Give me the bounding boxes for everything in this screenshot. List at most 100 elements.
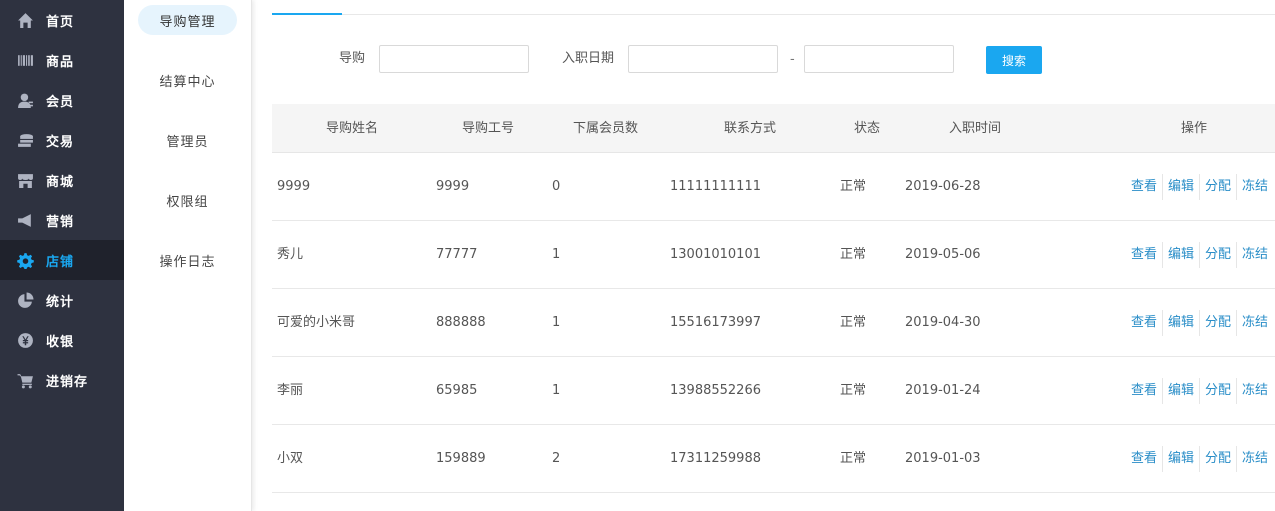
edit-link[interactable]: 编辑: [1161, 446, 1199, 472]
assign-link[interactable]: 分配: [1198, 378, 1236, 404]
store-icon: [16, 171, 34, 189]
subnav-settlement-center[interactable]: 结算中心: [138, 65, 237, 95]
megaphone-icon: [16, 211, 34, 229]
col-member-count: 下属会员数: [573, 121, 639, 136]
table-row: 秀儿 77777 1 13001010101 正常 2019-05-06 查看 …: [272, 221, 1275, 289]
cell-members: 1: [552, 247, 561, 262]
nav-mall[interactable]: 商城: [0, 160, 124, 200]
hire-date-end-input[interactable]: [804, 45, 954, 73]
cell-id: 159889: [436, 451, 486, 466]
freeze-link[interactable]: 冻结: [1235, 242, 1273, 268]
freeze-link[interactable]: 冻结: [1235, 174, 1273, 200]
col-actions: 操作: [1181, 121, 1208, 136]
cell-members: 1: [552, 315, 561, 330]
cell-status: 正常: [840, 315, 867, 330]
cell-name: 可爱的小米哥: [277, 315, 356, 330]
freeze-link[interactable]: 冻结: [1235, 446, 1273, 472]
nav-home[interactable]: 首页: [0, 0, 124, 40]
search-button[interactable]: 搜索: [986, 46, 1042, 74]
table-row: 李丽 65985 1 13988552266 正常 2019-01-24 查看 …: [272, 357, 1275, 425]
primary-sidebar: 首页 商品 会员 交易 商城 营销 店铺 统计 收银 进销存: [0, 0, 124, 511]
edit-link[interactable]: 编辑: [1161, 242, 1199, 268]
col-status: 状态: [854, 121, 881, 136]
cell-phone: 13988552266: [670, 383, 761, 398]
assign-link[interactable]: 分配: [1198, 174, 1236, 200]
guide-label: 导购: [339, 51, 366, 66]
cell-id: 65985: [436, 383, 478, 398]
cell-name: 9999: [277, 179, 311, 194]
cell-date: 2019-01-24: [905, 383, 981, 398]
row-actions: 查看 编辑 分配 冻结: [1126, 289, 1273, 357]
cell-id: 9999: [436, 179, 470, 194]
nav-goods[interactable]: 商品: [0, 40, 124, 80]
edit-link[interactable]: 编辑: [1161, 174, 1199, 200]
view-link[interactable]: 查看: [1126, 242, 1162, 268]
cell-status: 正常: [840, 451, 867, 466]
edit-link[interactable]: 编辑: [1161, 378, 1199, 404]
cell-status: 正常: [840, 383, 867, 398]
col-contact: 联系方式: [724, 121, 777, 136]
tab-bar: [272, 0, 1275, 15]
row-actions: 查看 编辑 分配 冻结: [1126, 221, 1273, 289]
edit-link[interactable]: 编辑: [1161, 310, 1199, 336]
table-row: 可爱的小米哥 888888 1 15516173997 正常 2019-04-3…: [272, 289, 1275, 357]
view-link[interactable]: 查看: [1126, 378, 1162, 404]
gear-icon: [16, 251, 34, 269]
cell-name: 秀儿: [277, 247, 304, 262]
table-row: 小双 159889 2 17311259988 正常 2019-01-03 查看…: [272, 425, 1275, 493]
assign-link[interactable]: 分配: [1198, 310, 1236, 336]
home-icon: [16, 11, 34, 29]
guide-input[interactable]: [379, 45, 529, 73]
nav-stats[interactable]: 统计: [0, 280, 124, 320]
row-actions: 查看 编辑 分配 冻结: [1126, 357, 1273, 425]
cell-date: 2019-06-28: [905, 179, 981, 194]
assign-link[interactable]: 分配: [1198, 446, 1236, 472]
cell-date: 2019-05-06: [905, 247, 981, 262]
row-actions: 查看 编辑 分配 冻结: [1126, 153, 1273, 221]
subnav-admins[interactable]: 管理员: [138, 125, 237, 155]
cell-status: 正常: [840, 247, 867, 262]
nav-shop[interactable]: 店铺: [0, 240, 124, 280]
table-header: 导购姓名 导购工号 下属会员数 联系方式 状态 入职时间 操作: [272, 104, 1275, 153]
cart-icon: [16, 371, 34, 389]
view-link[interactable]: 查看: [1126, 446, 1162, 472]
cell-members: 1: [552, 383, 561, 398]
cell-phone: 17311259988: [670, 451, 761, 466]
col-hire-date: 入职时间: [949, 121, 1002, 136]
subnav-operation-log[interactable]: 操作日志: [138, 245, 237, 275]
assign-link[interactable]: 分配: [1198, 242, 1236, 268]
cell-id: 77777: [436, 247, 478, 262]
nav-cashier[interactable]: 收银: [0, 320, 124, 360]
active-tab-indicator[interactable]: [272, 13, 342, 15]
cell-members: 0: [552, 179, 561, 194]
cell-date: 2019-04-30: [905, 315, 981, 330]
col-guide-id: 导购工号: [462, 121, 515, 136]
nav-trade[interactable]: 交易: [0, 120, 124, 160]
search-form: 导购 入职日期 - 搜索: [272, 45, 1275, 74]
nav-marketing[interactable]: 营销: [0, 200, 124, 240]
main-content: 导购 入职日期 - 搜索 导购姓名 导购工号 下属会员数 联系方式 状态 入职时…: [272, 0, 1275, 511]
nav-inventory[interactable]: 进销存: [0, 360, 124, 400]
subnav-guide-management[interactable]: 导购管理: [138, 5, 237, 35]
subnav-permission-groups[interactable]: 权限组: [138, 185, 237, 215]
cell-members: 2: [552, 451, 561, 466]
table-row: 9999 9999 0 11111111111 正常 2019-06-28 查看…: [272, 153, 1275, 221]
freeze-link[interactable]: 冻结: [1235, 378, 1273, 404]
cell-date: 2019-01-03: [905, 451, 981, 466]
member-icon: [16, 91, 34, 109]
view-link[interactable]: 查看: [1126, 174, 1162, 200]
coins-icon: [16, 131, 34, 149]
cell-id: 888888: [436, 315, 486, 330]
col-guide-name: 导购姓名: [326, 121, 379, 136]
freeze-link[interactable]: 冻结: [1235, 310, 1273, 336]
cell-phone: 15516173997: [670, 315, 761, 330]
cell-phone: 13001010101: [670, 247, 761, 262]
secondary-sidebar: 导购管理 结算中心 管理员 权限组 操作日志: [124, 0, 252, 511]
cell-name: 小双: [277, 451, 304, 466]
nav-member[interactable]: 会员: [0, 80, 124, 120]
row-actions: 查看 编辑 分配 冻结: [1126, 425, 1273, 493]
hire-date-start-input[interactable]: [628, 45, 778, 73]
cell-phone: 11111111111: [670, 179, 761, 194]
cell-name: 李丽: [277, 383, 304, 398]
view-link[interactable]: 查看: [1126, 310, 1162, 336]
